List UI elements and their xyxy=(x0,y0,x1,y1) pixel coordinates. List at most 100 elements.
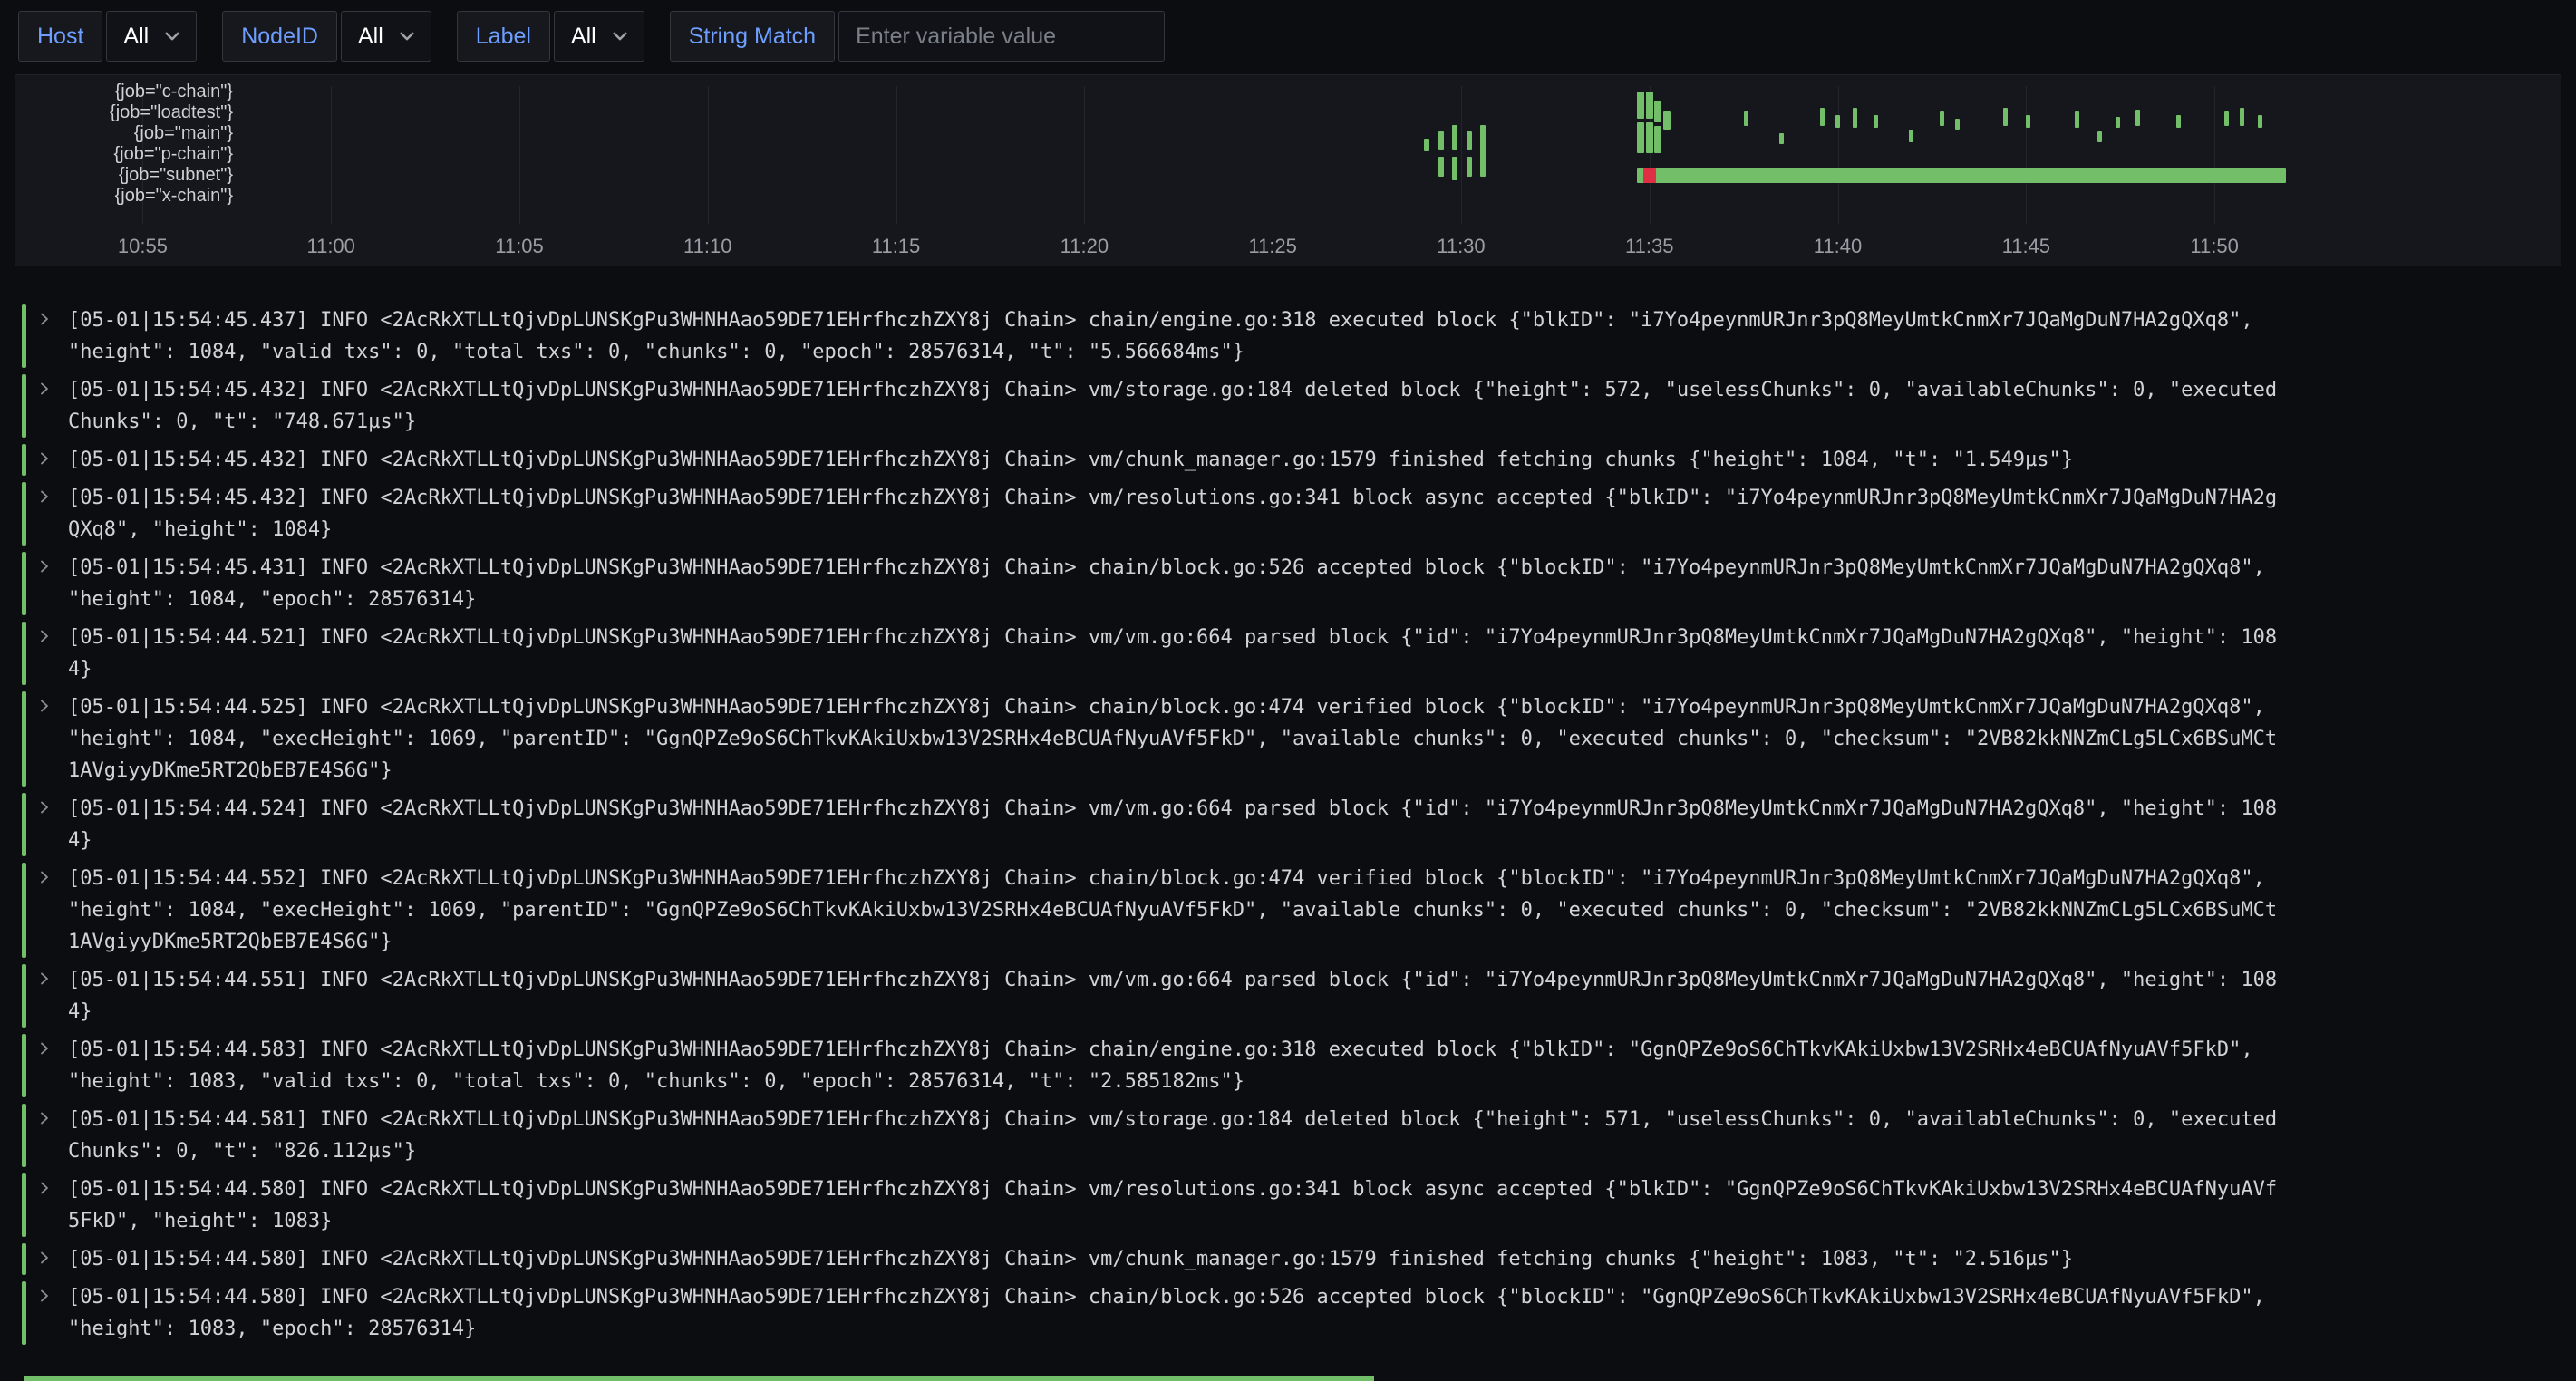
time-axis-label: 11:25 xyxy=(1248,235,1296,258)
expand-chevron-icon[interactable] xyxy=(37,1281,68,1345)
time-axis-label: 11:40 xyxy=(1814,235,1862,258)
variable-value-nodeid[interactable]: All xyxy=(341,11,431,62)
expand-chevron-icon[interactable] xyxy=(37,482,68,546)
variable-host: Host All xyxy=(18,11,197,62)
gridline xyxy=(2026,86,2027,224)
gridline xyxy=(1838,86,1839,224)
log-level-bar xyxy=(22,691,26,787)
time-axis-label: 10:55 xyxy=(118,235,168,258)
string-match-input[interactable] xyxy=(838,11,1165,62)
histogram-bar xyxy=(1637,168,2286,183)
time-axis-label: 11:45 xyxy=(2002,235,2050,258)
log-message: [05-01|15:54:45.432] INFO <2AcRkXTLLtQjv… xyxy=(68,444,2073,476)
log-volume-panel: {job="c-chain"}{job="loadtest"}{job="mai… xyxy=(15,74,2561,266)
log-row[interactable]: [05-01|15:54:44.580] INFO <2AcRkXTLLtQjv… xyxy=(22,1243,2561,1275)
grafana-log-dashboard: { "toolbar": { "filters": [ { "name": "h… xyxy=(0,0,2576,1381)
expand-chevron-icon[interactable] xyxy=(37,622,68,685)
histogram-bar xyxy=(1955,119,1960,130)
log-level-bar xyxy=(22,304,26,368)
log-message: [05-01|15:54:44.524] INFO <2AcRkXTLLtQjv… xyxy=(68,793,2277,856)
variables-toolbar: HostAllNodeIDAllLabelAll String Match xyxy=(0,0,2576,71)
legend-item[interactable]: {job="subnet"} xyxy=(35,165,233,186)
chevron-down-icon xyxy=(611,27,629,45)
log-message: [05-01|15:54:44.521] INFO <2AcRkXTLLtQjv… xyxy=(68,622,2277,685)
histogram-bar xyxy=(1424,139,1429,151)
log-level-bar xyxy=(22,482,26,546)
log-level-bar xyxy=(22,552,26,615)
histogram-bar xyxy=(1853,108,1857,128)
histogram-bar xyxy=(1744,111,1748,126)
expand-chevron-icon[interactable] xyxy=(37,1104,68,1167)
log-row[interactable]: [05-01|15:54:44.583] INFO <2AcRkXTLLtQjv… xyxy=(22,1034,2561,1097)
expand-chevron-icon[interactable] xyxy=(37,374,68,438)
log-row[interactable]: [05-01|15:54:45.432] INFO <2AcRkXTLLtQjv… xyxy=(22,482,2561,546)
log-message: [05-01|15:54:44.551] INFO <2AcRkXTLLtQjv… xyxy=(68,964,2277,1028)
legend-item[interactable]: {job="loadtest"} xyxy=(35,102,233,123)
legend-item[interactable]: {job="main"} xyxy=(35,123,233,144)
variable-label-string-match: String Match xyxy=(670,11,835,62)
log-row[interactable]: [05-01|15:54:44.521] INFO <2AcRkXTLLtQjv… xyxy=(22,622,2561,685)
log-row[interactable]: [05-01|15:54:44.580] INFO <2AcRkXTLLtQjv… xyxy=(22,1281,2561,1345)
log-row[interactable]: [05-01|15:54:44.581] INFO <2AcRkXTLLtQjv… xyxy=(22,1104,2561,1167)
log-row[interactable]: [05-01|15:54:44.525] INFO <2AcRkXTLLtQjv… xyxy=(22,691,2561,787)
variable-value-label[interactable]: All xyxy=(554,11,644,62)
expand-chevron-icon[interactable] xyxy=(37,793,68,856)
histogram-bar xyxy=(1438,157,1444,177)
log-row[interactable]: [05-01|15:54:44.580] INFO <2AcRkXTLLtQjv… xyxy=(22,1173,2561,1237)
bottom-cutoff-bar xyxy=(24,1376,1374,1381)
log-row[interactable]: [05-01|15:54:45.437] INFO <2AcRkXTLLtQjv… xyxy=(22,304,2561,368)
log-message: [05-01|15:54:45.432] INFO <2AcRkXTLLtQjv… xyxy=(68,482,2277,546)
histogram-bar xyxy=(1467,131,1472,150)
log-message: [05-01|15:54:44.581] INFO <2AcRkXTLLtQjv… xyxy=(68,1104,2277,1167)
legend-item[interactable]: {job="p-chain"} xyxy=(35,144,233,165)
histogram-bar xyxy=(1940,111,1944,126)
variable-label-host: Host xyxy=(18,11,102,62)
log-row[interactable]: [05-01|15:54:45.432] INFO <2AcRkXTLLtQjv… xyxy=(22,374,2561,438)
variable-selected-value: All xyxy=(358,25,383,48)
variable-nodeid: NodeIDAll xyxy=(222,11,431,62)
log-level-bar xyxy=(22,1034,26,1097)
variable-value-host[interactable]: All xyxy=(106,11,197,62)
histogram-bar xyxy=(1654,101,1661,122)
histogram-bar xyxy=(1779,133,1784,144)
log-row[interactable]: [05-01|15:54:45.431] INFO <2AcRkXTLLtQjv… xyxy=(22,552,2561,615)
log-list: [05-01|15:54:45.437] INFO <2AcRkXTLLtQjv… xyxy=(0,281,2576,1345)
gridline xyxy=(1461,86,1462,224)
log-message: [05-01|15:54:44.580] INFO <2AcRkXTLLtQjv… xyxy=(68,1173,2277,1237)
expand-chevron-icon[interactable] xyxy=(37,1173,68,1237)
histogram-bar xyxy=(2075,111,2079,128)
histogram-plot: 10:5511:0011:0511:1011:1511:2011:2511:30… xyxy=(15,75,2561,266)
log-row[interactable]: [05-01|15:54:44.552] INFO <2AcRkXTLLtQjv… xyxy=(22,863,2561,958)
histogram-bar xyxy=(1452,125,1457,150)
legend-item[interactable]: {job="x-chain"} xyxy=(35,186,233,207)
histogram-bar xyxy=(1452,157,1457,180)
expand-chevron-icon[interactable] xyxy=(37,444,68,476)
expand-chevron-icon[interactable] xyxy=(37,863,68,958)
expand-chevron-icon[interactable] xyxy=(37,304,68,368)
log-row[interactable]: [05-01|15:54:45.432] INFO <2AcRkXTLLtQjv… xyxy=(22,444,2561,476)
expand-chevron-icon[interactable] xyxy=(37,1034,68,1097)
expand-chevron-icon[interactable] xyxy=(37,964,68,1028)
log-level-bar xyxy=(22,1281,26,1345)
log-level-bar xyxy=(22,1243,26,1275)
log-message: [05-01|15:54:45.431] INFO <2AcRkXTLLtQjv… xyxy=(68,552,2277,615)
log-message: [05-01|15:54:44.580] INFO <2AcRkXTLLtQjv… xyxy=(68,1281,2277,1345)
histogram-bar xyxy=(2097,131,2102,142)
expand-chevron-icon[interactable] xyxy=(37,691,68,787)
log-level-bar xyxy=(22,374,26,438)
histogram-bar xyxy=(2116,117,2120,128)
histogram-bar xyxy=(2026,115,2030,128)
histogram-bar xyxy=(1663,111,1671,130)
log-message: [05-01|15:54:44.552] INFO <2AcRkXTLLtQjv… xyxy=(68,863,2277,958)
log-message: [05-01|15:54:44.580] INFO <2AcRkXTLLtQjv… xyxy=(68,1243,2073,1275)
histogram-legend: {job="c-chain"}{job="loadtest"}{job="mai… xyxy=(35,82,233,207)
legend-item[interactable]: {job="c-chain"} xyxy=(35,82,233,102)
log-row[interactable]: [05-01|15:54:44.524] INFO <2AcRkXTLLtQjv… xyxy=(22,793,2561,856)
gridline xyxy=(519,86,520,224)
variable-selected-value: All xyxy=(123,25,149,48)
gridline xyxy=(331,86,332,224)
log-row[interactable]: [05-01|15:54:44.551] INFO <2AcRkXTLLtQjv… xyxy=(22,964,2561,1028)
expand-chevron-icon[interactable] xyxy=(37,1243,68,1275)
expand-chevron-icon[interactable] xyxy=(37,552,68,615)
log-level-bar xyxy=(22,793,26,856)
